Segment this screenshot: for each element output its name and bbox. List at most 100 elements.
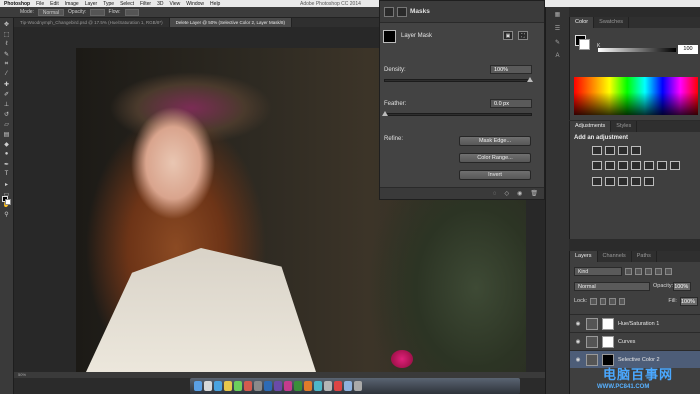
density-slider-knob[interactable]: [527, 77, 533, 82]
fill-input[interactable]: 100%: [679, 296, 698, 306]
layer-mask-thumbnail-small[interactable]: [602, 335, 614, 348]
color-spectrum-ramp[interactable]: [574, 77, 698, 115]
layer-row[interactable]: ◉ Hue/Saturation 1: [570, 314, 700, 332]
marquee-tool-icon[interactable]: ⬚: [2, 30, 12, 38]
eraser-tool-icon[interactable]: ▱: [2, 120, 12, 128]
feather-input[interactable]: 0.0 px: [490, 99, 532, 108]
menu-image[interactable]: Image: [65, 1, 79, 7]
type-tool-icon[interactable]: T: [2, 170, 12, 178]
tab-paths[interactable]: Paths: [632, 251, 657, 262]
brightness-contrast-icon[interactable]: [592, 146, 602, 155]
tab-woodnymph[interactable]: Tip-Woodnymph_Changebird.psd @ 17.5% (Hu…: [14, 18, 170, 27]
menu-select[interactable]: Select: [120, 1, 134, 7]
kind-filter-select[interactable]: Kind: [574, 266, 622, 276]
pen-tool-icon[interactable]: ✒: [2, 160, 12, 168]
k-channel-input[interactable]: 100: [678, 45, 698, 54]
safari-icon[interactable]: [214, 381, 222, 391]
threshold-icon[interactable]: [618, 177, 628, 186]
messages-icon[interactable]: [234, 381, 242, 391]
premiere-icon[interactable]: [274, 381, 282, 391]
path-select-tool-icon[interactable]: ▸: [2, 180, 12, 188]
properties-panel-icon[interactable]: ☰: [552, 25, 564, 35]
menu-view[interactable]: View: [170, 1, 181, 7]
tab-styles[interactable]: Styles: [611, 121, 638, 132]
mask-edge-button[interactable]: Mask Edge...: [459, 136, 531, 146]
brush-tool-icon[interactable]: ✐: [2, 90, 12, 98]
blur-tool-icon[interactable]: ◆: [2, 140, 12, 148]
eyedropper-tool-icon[interactable]: ⁄: [2, 70, 12, 78]
app-menu[interactable]: Photoshop: [4, 1, 30, 7]
menu-3d[interactable]: 3D: [157, 1, 163, 7]
downloads-icon[interactable]: [344, 381, 352, 391]
density-input[interactable]: 100%: [490, 65, 532, 74]
lock-position-icon[interactable]: [609, 297, 616, 305]
layer-row[interactable]: ◉ Curves: [570, 332, 700, 350]
gradient-tool-icon[interactable]: ▤: [2, 130, 12, 138]
app-store-icon[interactable]: [324, 381, 332, 391]
filter-adjustment-icon[interactable]: [635, 267, 642, 275]
photo-filter-icon[interactable]: [644, 161, 654, 170]
pixel-mask-icon[interactable]: [384, 6, 394, 17]
tab-channels[interactable]: Channels: [598, 251, 632, 262]
tab-layers[interactable]: Layers: [570, 251, 598, 262]
layer-mask-thumbnail-small[interactable]: [602, 317, 614, 330]
tab-delete-layer[interactable]: Delete Layer @ 50% (Selective Color 2, L…: [169, 18, 293, 27]
invert-button[interactable]: Invert: [459, 170, 531, 180]
exposure-icon[interactable]: [631, 146, 641, 155]
filter-smart-object-icon[interactable]: [665, 267, 672, 275]
lasso-tool-icon[interactable]: ℓ: [2, 40, 12, 48]
apply-mask-icon[interactable]: ◇: [505, 190, 510, 197]
layer-opacity-input[interactable]: 100%: [673, 281, 692, 291]
notes-icon[interactable]: [224, 381, 232, 391]
color-lookup-icon[interactable]: [670, 161, 680, 170]
invert-adjustment-icon[interactable]: [592, 177, 602, 186]
history-panel-icon[interactable]: ▦: [552, 11, 564, 21]
mail-icon[interactable]: [314, 381, 322, 391]
menu-edit[interactable]: Edit: [50, 1, 59, 7]
lock-pixels-icon[interactable]: [599, 297, 607, 305]
opacity-field[interactable]: [90, 8, 105, 16]
selective-color-icon[interactable]: [644, 177, 654, 186]
filter-pixel-icon[interactable]: [625, 267, 632, 275]
lock-transparent-icon[interactable]: [590, 297, 597, 305]
brush-panel-icon[interactable]: ✎: [552, 39, 564, 49]
tab-color[interactable]: Color: [570, 17, 595, 28]
menu-filter[interactable]: Filter: [140, 1, 151, 7]
k-channel-slider[interactable]: [598, 48, 676, 52]
menu-file[interactable]: File: [36, 1, 44, 7]
levels-icon[interactable]: [605, 146, 615, 155]
posterize-icon[interactable]: [605, 177, 615, 186]
color-balance-icon[interactable]: [618, 161, 628, 170]
gradient-map-icon[interactable]: [631, 177, 641, 186]
load-selection-icon[interactable]: ◌: [493, 191, 497, 197]
hue-saturation-icon[interactable]: [605, 161, 615, 170]
vector-mask-icon[interactable]: [397, 6, 407, 17]
toggle-mask-visibility-icon[interactable]: ◉: [517, 190, 522, 197]
preferences-icon[interactable]: [254, 381, 262, 391]
color-background-chip[interactable]: [579, 39, 590, 50]
layer-mask-thumbnail[interactable]: [383, 29, 396, 43]
stamp-tool-icon[interactable]: ⊥: [2, 100, 12, 108]
curves-icon[interactable]: [618, 146, 628, 155]
filter-type-icon[interactable]: [645, 267, 652, 275]
illustrator-icon[interactable]: [304, 381, 312, 391]
crop-tool-icon[interactable]: ⌗: [2, 60, 12, 68]
lock-all-icon[interactable]: [618, 297, 626, 305]
feather-slider-track[interactable]: [384, 113, 532, 116]
music-icon[interactable]: [334, 381, 342, 391]
launchpad-icon[interactable]: [204, 381, 212, 391]
color-range-button[interactable]: Color Range...: [459, 153, 531, 163]
density-slider-track[interactable]: [384, 79, 532, 82]
calendar-icon[interactable]: [244, 381, 252, 391]
menu-window[interactable]: Window: [186, 1, 204, 7]
menu-layer[interactable]: Layer: [85, 1, 98, 7]
select-pixel-mask-icon[interactable]: ▣: [503, 31, 513, 40]
visibility-eye-icon[interactable]: ◉: [574, 339, 582, 345]
zoom-tool-icon[interactable]: ⚲: [2, 210, 12, 218]
finder-icon[interactable]: [194, 381, 202, 391]
visibility-eye-icon[interactable]: ◉: [574, 321, 582, 327]
dodge-tool-icon[interactable]: ●: [2, 150, 12, 158]
move-tool-icon[interactable]: ✥: [2, 20, 12, 28]
filter-shape-icon[interactable]: [655, 267, 662, 275]
blend-mode-select[interactable]: Normal: [574, 281, 650, 291]
